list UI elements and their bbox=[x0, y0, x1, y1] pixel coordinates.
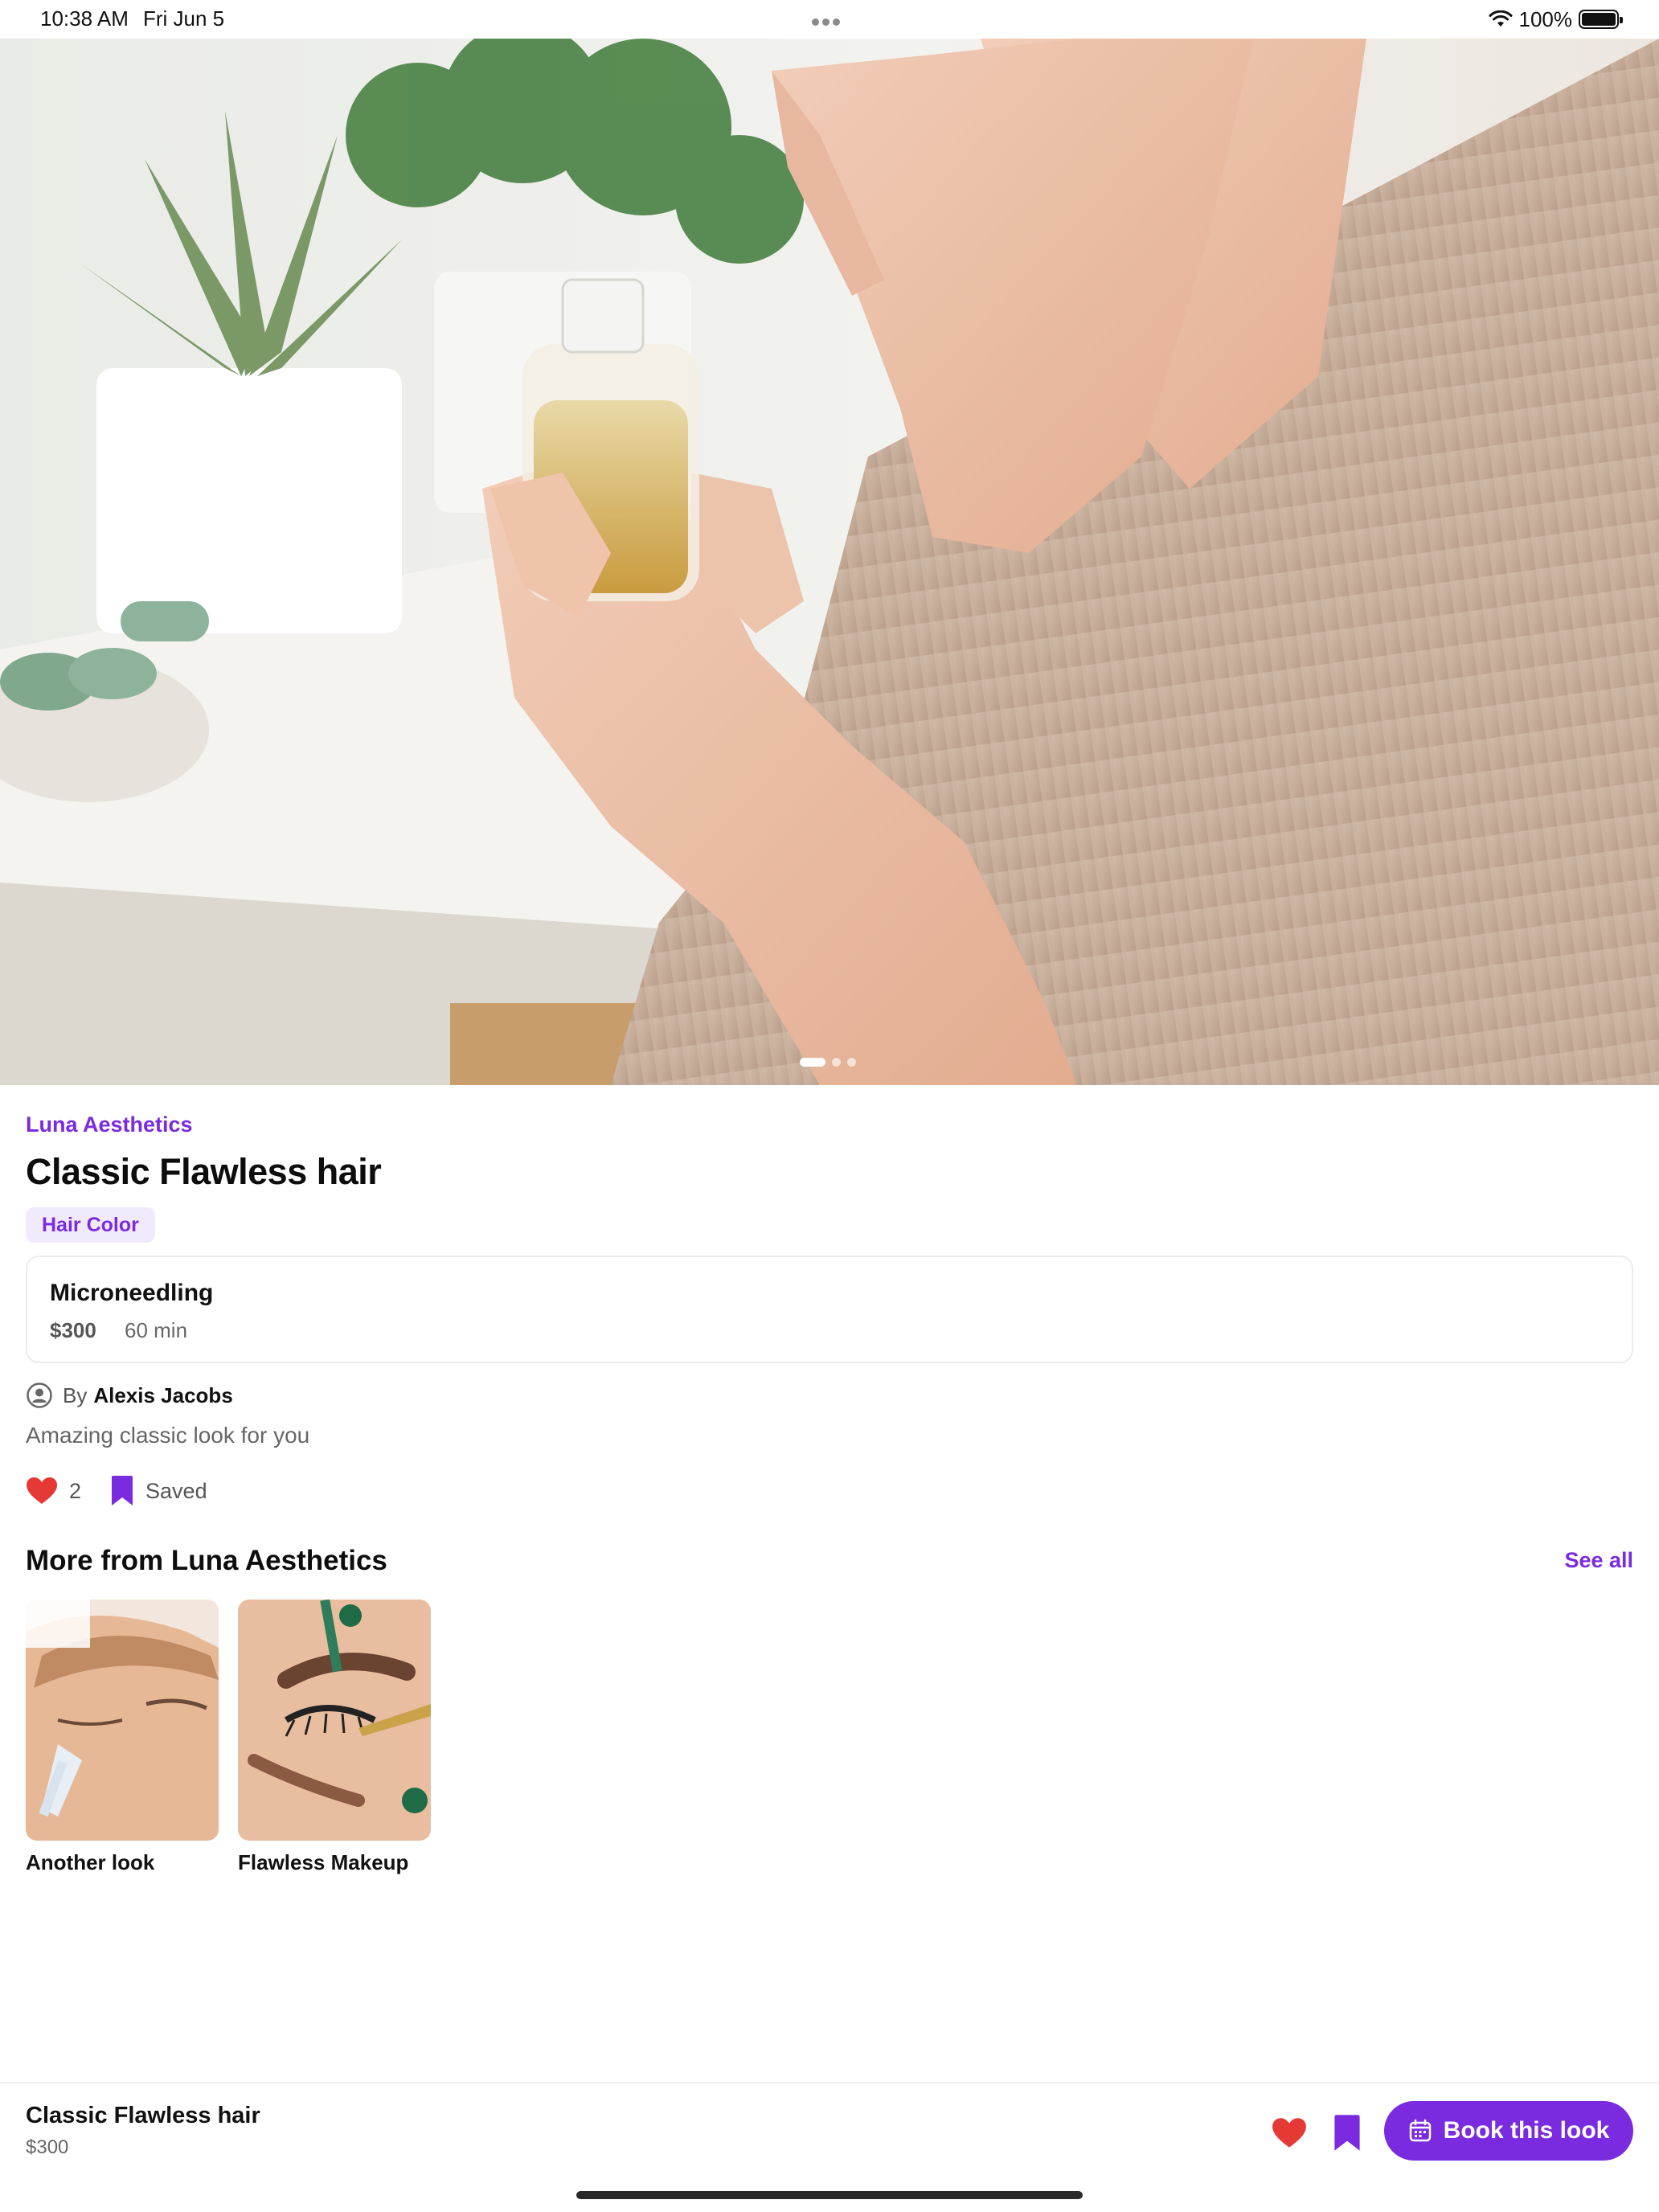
service-duration: 60 min bbox=[125, 1318, 188, 1342]
service-name: Microneedling bbox=[50, 1280, 214, 1306]
bookmark-icon[interactable] bbox=[110, 1475, 134, 1507]
status-time: 10:38 AM bbox=[40, 6, 129, 31]
bottom-booking-bar: Classic Flawless hair $300 Book this loo… bbox=[0, 2082, 1659, 2212]
category-tag[interactable]: Hair Color bbox=[26, 1207, 155, 1243]
home-indicator[interactable] bbox=[576, 2191, 1083, 2199]
author-row[interactable]: By Alexis Jacobs bbox=[26, 1378, 233, 1413]
author-by-label: By bbox=[63, 1382, 88, 1407]
status-date: Fri Jun 5 bbox=[143, 6, 225, 31]
multitasking-dots-icon[interactable] bbox=[812, 15, 847, 26]
status-bar: 10:38 AM Fri Jun 5 100% bbox=[0, 0, 1659, 39]
user-circle-icon bbox=[27, 1382, 52, 1408]
lash-photo bbox=[238, 1600, 431, 1841]
bookmark-icon[interactable] bbox=[1333, 2114, 1362, 2153]
look-thumbnail bbox=[26, 1600, 219, 1841]
status-indicators: 100% bbox=[1489, 5, 1623, 34]
engagement-row: 2 Saved bbox=[26, 1471, 207, 1511]
like-count: 2 bbox=[69, 1478, 82, 1503]
page-dot-3[interactable] bbox=[847, 1058, 856, 1067]
calendar-icon bbox=[1409, 2119, 1431, 2142]
page-dot-1[interactable] bbox=[800, 1058, 825, 1067]
more-section-title: More from Luna Aesthetics bbox=[26, 1545, 387, 1576]
more-look-title: Another look bbox=[26, 1850, 155, 1874]
bottom-look-title: Classic Flawless hair bbox=[26, 2103, 260, 2128]
heart-icon[interactable] bbox=[26, 1477, 58, 1505]
more-look-title: Flawless Makeup bbox=[238, 1850, 409, 1874]
look-description: Amazing classic look for you bbox=[26, 1423, 310, 1448]
wifi-icon bbox=[1489, 10, 1512, 27]
page-dot-2[interactable] bbox=[832, 1058, 841, 1067]
bottom-look-price: $300 bbox=[26, 2136, 69, 2158]
service-card[interactable]: Microneedling $300 60 min bbox=[26, 1256, 1633, 1363]
battery-icon bbox=[1579, 10, 1623, 29]
look-title: Classic Flawless hair bbox=[26, 1151, 382, 1192]
service-price: $300 bbox=[50, 1318, 96, 1342]
author-name[interactable]: Alexis Jacobs bbox=[93, 1383, 232, 1408]
carousel-page-indicator[interactable] bbox=[800, 1058, 856, 1067]
more-looks-list: Another look Flawless Makeup bbox=[26, 1600, 431, 1875]
hero-image-carousel[interactable] bbox=[0, 39, 1659, 1085]
salon-name-link[interactable]: Luna Aesthetics bbox=[26, 1112, 193, 1137]
more-look-card[interactable]: Another look bbox=[26, 1600, 219, 1875]
see-all-link[interactable]: See all bbox=[1564, 1548, 1633, 1573]
hero-photo bbox=[0, 39, 1659, 1085]
look-thumbnail bbox=[238, 1600, 431, 1841]
battery-percent: 100% bbox=[1518, 6, 1573, 31]
more-look-card[interactable]: Flawless Makeup bbox=[238, 1600, 431, 1875]
injection-photo bbox=[26, 1600, 219, 1841]
more-section-header: More from Luna Aesthetics See all bbox=[26, 1545, 1633, 1585]
saved-label: Saved bbox=[145, 1478, 207, 1503]
book-button-label: Book this look bbox=[1443, 2117, 1610, 2144]
book-this-look-button[interactable]: Book this look bbox=[1384, 2101, 1633, 2161]
heart-icon[interactable] bbox=[1272, 2116, 1307, 2151]
